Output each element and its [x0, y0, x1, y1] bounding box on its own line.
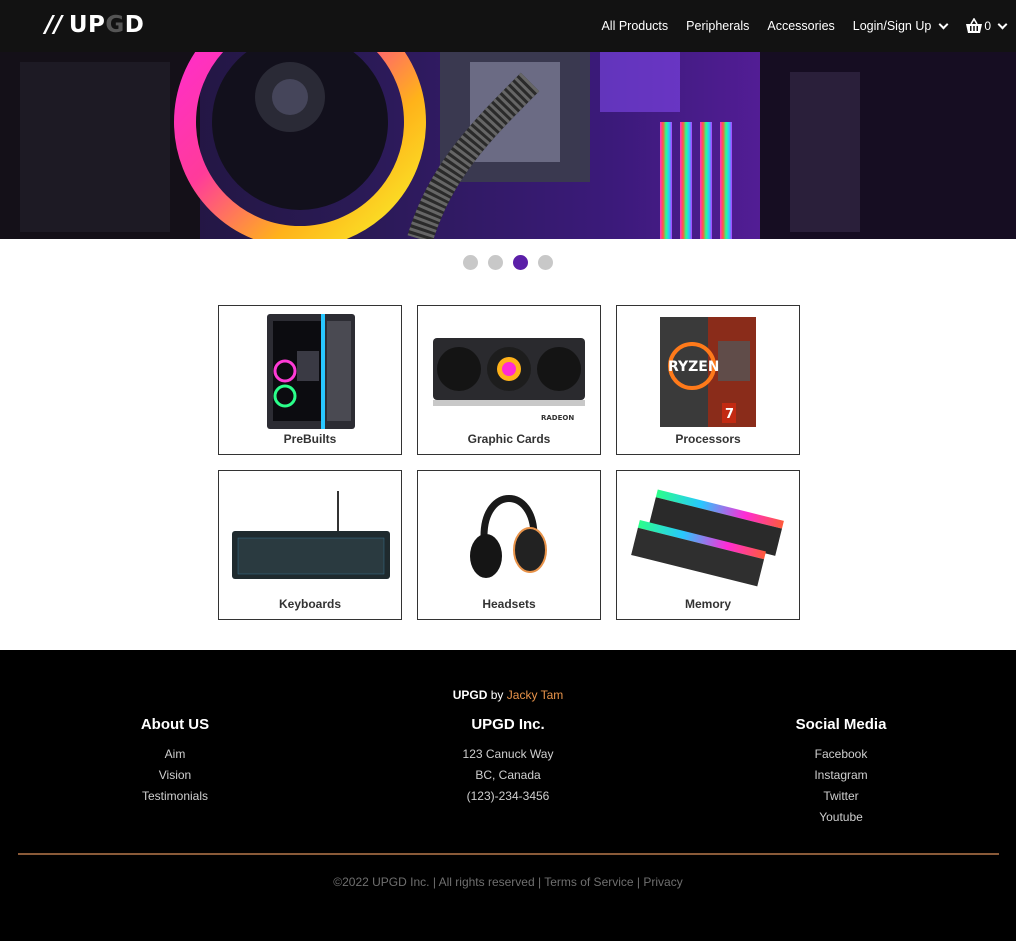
carousel-dot-3-active[interactable] — [513, 255, 528, 270]
login-signup-dropdown[interactable]: Login/Sign Up — [852, 19, 949, 33]
privacy-link[interactable]: Privacy — [643, 875, 682, 889]
category-label: Processors — [675, 432, 741, 446]
top-navbar: //UPGD All Products Peripherals Accessor… — [0, 0, 1016, 52]
category-card-prebuilts[interactable]: PreBuilts — [218, 305, 402, 455]
chevron-down-icon — [997, 19, 1008, 29]
login-signup-label: Login/Sign Up — [852, 19, 932, 33]
logo-text-g: G — [105, 12, 125, 38]
hero-banner-image — [0, 52, 1016, 239]
svg-text:RADEON: RADEON — [541, 414, 574, 422]
chevron-down-icon — [938, 19, 949, 29]
svg-text:RYZEN: RYZEN — [668, 359, 720, 375]
category-card-keyboards[interactable]: Keyboards — [218, 470, 402, 620]
footer-about-title: About US — [140, 716, 210, 733]
footer-copyright: ©2022 UPGD Inc. | All rights reserved | … — [0, 875, 1016, 889]
footer-company-column: UPGD Inc. 123 Canuck Way BC, Canada (123… — [433, 716, 583, 807]
footer-company-title: UPGD Inc. — [471, 716, 545, 733]
footer-address-street: 123 Canuck Way — [462, 747, 554, 761]
footer-social-column: Social Media Facebook Instagram Twitter … — [766, 716, 916, 828]
category-card-processors[interactable]: RYZEN 7 Processors — [616, 305, 800, 455]
category-label: Headsets — [482, 597, 536, 611]
footer-brand-name: UPGD — [452, 688, 488, 702]
ryzen-processor-box-image: RYZEN 7 — [617, 306, 799, 436]
category-card-headsets[interactable]: Headsets — [417, 470, 601, 620]
logo-text-up: UP — [68, 12, 106, 38]
nav-accessories[interactable]: Accessories — [767, 19, 834, 33]
footer-social-title: Social Media — [795, 716, 887, 733]
footer-link-facebook[interactable]: Facebook — [766, 744, 916, 765]
terms-of-service-link[interactable]: Terms of Service — [544, 875, 633, 889]
logo-text-d: D — [124, 12, 145, 38]
nav-links: All Products Peripherals Accessories Log… — [601, 0, 1016, 52]
prebuilt-pc-image — [219, 306, 401, 436]
footer-divider — [18, 853, 999, 855]
shopping-basket-icon — [966, 18, 983, 33]
svg-text:7: 7 — [725, 407, 734, 422]
headset-image — [418, 471, 600, 601]
footer-link-testimonials[interactable]: Testimonials — [100, 786, 250, 807]
footer-address-region: BC, Canada — [475, 768, 541, 782]
category-label: PreBuilts — [283, 432, 337, 446]
footer-by-text: by — [490, 688, 504, 702]
carousel-dot-2[interactable] — [488, 255, 503, 270]
footer-link-youtube[interactable]: Youtube — [766, 807, 916, 828]
category-label: Memory — [684, 597, 731, 611]
footer-link-aim[interactable]: Aim — [100, 744, 250, 765]
footer-link-vision[interactable]: Vision — [100, 765, 250, 786]
logo-slash: // — [45, 12, 63, 38]
category-label: Graphic Cards — [467, 432, 551, 446]
site-footer: UPGD by Jacky Tam About US Aim Vision Te… — [0, 650, 1016, 941]
ram-memory-image — [617, 471, 799, 601]
category-card-graphic-cards[interactable]: RADEON Graphic Cards — [417, 305, 601, 455]
keyboard-image — [219, 471, 401, 601]
footer-brand-line: UPGD by Jacky Tam — [0, 688, 1016, 702]
footer-link-instagram[interactable]: Instagram — [766, 765, 916, 786]
carousel-dot-1[interactable] — [463, 255, 478, 270]
category-card-memory[interactable]: Memory — [616, 470, 800, 620]
footer-about-column: About US Aim Vision Testimonials — [100, 716, 250, 807]
cart-count: 0 — [984, 19, 991, 33]
category-grid: PreBuilts RADEON Graphic Cards RYZEN 7 P… — [218, 305, 800, 620]
footer-author-link[interactable]: Jacky Tam — [507, 688, 563, 702]
copyright-text: ©2022 UPGD Inc. | All rights reserved | — [333, 875, 542, 889]
graphics-card-image: RADEON — [418, 306, 600, 436]
category-label: Keyboards — [278, 597, 342, 611]
nav-peripherals[interactable]: Peripherals — [686, 19, 749, 33]
footer-phone: (123)-234-3456 — [466, 789, 550, 803]
nav-all-products[interactable]: All Products — [601, 19, 668, 33]
footer-link-twitter[interactable]: Twitter — [766, 786, 916, 807]
carousel-dot-4[interactable] — [538, 255, 553, 270]
copyright-separator: | — [636, 875, 641, 889]
pc-build-rgb-image — [0, 52, 1016, 239]
carousel-indicators — [0, 255, 1016, 270]
cart-button[interactable]: 0 — [965, 18, 1010, 34]
site-logo[interactable]: //UPGD — [45, 12, 144, 38]
